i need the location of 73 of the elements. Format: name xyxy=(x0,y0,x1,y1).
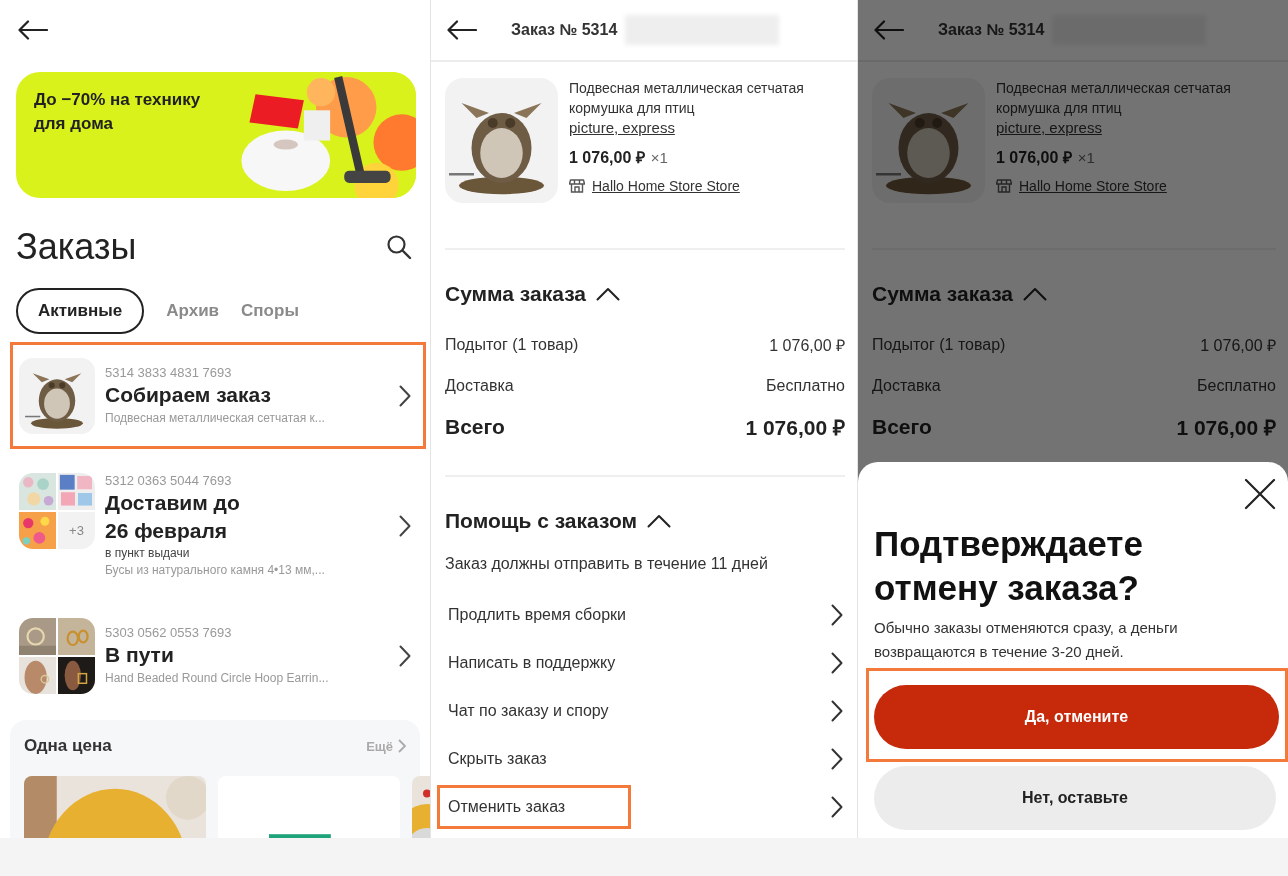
keep-button[interactable]: Нет, оставьте xyxy=(874,766,1276,830)
order-title: Заказ № 5314 xyxy=(938,21,1045,39)
summary-value: 1 076,00 ₽ xyxy=(769,335,845,356)
chevron-right-icon xyxy=(398,739,406,753)
section-title: Одна цена xyxy=(24,736,112,756)
chevron-right-icon xyxy=(831,700,843,722)
order-row[interactable]: 5303 0562 0553 7693 В пути Hand Beaded Round Circle Hoop Earrin... xyxy=(10,602,426,709)
promo-banner[interactable]: До −70% на технику для дома xyxy=(16,72,416,198)
summary-value: 1 076,00 ₽ xyxy=(1200,335,1276,356)
summary-value: Бесплатно xyxy=(1197,376,1276,395)
total-value: 1 076,00 ₽ xyxy=(1176,414,1276,441)
help-link[interactable]: Написать в поддержку xyxy=(437,641,631,685)
dialog-text: Обычно заказы отменяются сразу, а деньги возвращаются в течение 3-20 дней. xyxy=(874,618,1179,662)
order-number: 5303 0562 0553 7693 xyxy=(105,624,233,641)
confirm-button[interactable]: Да, отмените xyxy=(874,685,1279,749)
total-label: Всего xyxy=(872,414,932,439)
section-title: Помощь с заказом xyxy=(445,509,637,533)
page-title: Заказы xyxy=(16,225,137,269)
summary-label: Доставка xyxy=(872,376,941,395)
chevron-right-icon xyxy=(831,652,843,674)
product-price: 1 076,00 ₽ xyxy=(996,149,1072,166)
help-link[interactable]: Отменить заказ xyxy=(437,785,631,829)
summary-value: Бесплатно xyxy=(766,376,845,395)
dialog-title: Подтверждаете отмену заказа? xyxy=(874,523,1144,609)
section-title: Сумма заказа xyxy=(445,282,586,306)
order-row[interactable]: 5314 3833 4831 7693 Собираем заказ Подвесная металлическая сетчатая к... xyxy=(10,342,426,449)
tab[interactable]: Активные xyxy=(16,288,145,334)
back-icon[interactable] xyxy=(447,20,477,40)
summary-label: Подытог (1 товар) xyxy=(445,335,579,354)
chevron-right-icon xyxy=(831,748,843,770)
store-link[interactable]: Hallo Home Store Store xyxy=(592,178,740,194)
order-row[interactable]: +3 5312 0363 5044 7693 Доставим до 26 февраля в пункт выдачи Бусы из натурального камня 4•13 мм,... xyxy=(10,457,426,594)
variant-link[interactable]: picture, express xyxy=(996,118,1276,138)
item-name: Бусы из натурального камня 4•13 мм,... xyxy=(105,562,326,579)
summary-label: Подытог (1 товар) xyxy=(872,335,1006,354)
quantity: ×1 xyxy=(650,149,668,166)
product-title: Подвесная металлическая сетчатая кормушка для птиц xyxy=(996,79,1232,118)
order-status: Доставим до 26 февраля xyxy=(105,490,241,544)
search-icon[interactable] xyxy=(386,234,412,260)
chevron-right-icon xyxy=(831,796,843,818)
order-status: В пути xyxy=(105,642,175,668)
item-name: Подвесная металлическая сетчатая к... xyxy=(105,410,326,427)
chevron-right-icon xyxy=(831,604,843,626)
order-number: 5314 3833 4831 7693 xyxy=(105,364,233,381)
store-icon xyxy=(569,178,585,194)
item-name: Hand Beaded Round Circle Hoop Earrin... xyxy=(105,670,330,687)
store-link[interactable]: Hallo Home Store Store xyxy=(1019,178,1167,194)
close-icon[interactable] xyxy=(1244,478,1276,510)
delivery-note: в пункт выдачи xyxy=(105,545,191,561)
back-icon[interactable] xyxy=(18,20,48,40)
help-link[interactable]: Чат по заказу и спору xyxy=(437,689,631,733)
caret-up-icon[interactable] xyxy=(596,287,620,301)
chevron-right-icon xyxy=(399,514,411,537)
order-title: Заказ № 5314 xyxy=(511,21,618,39)
help-note: Заказ должны отправить в течение 11 дней xyxy=(444,554,769,574)
help-link[interactable]: Скрыть заказ xyxy=(437,737,631,781)
summary-label: Доставка xyxy=(445,376,514,395)
total-label: Всего xyxy=(445,414,505,439)
variant-link[interactable]: picture, express xyxy=(569,118,845,138)
total-value: 1 076,00 ₽ xyxy=(745,414,845,441)
product-title: Подвесная металлическая сетчатая кормушка для птиц xyxy=(569,79,805,118)
order-number: 5312 0363 5044 7693 xyxy=(105,472,233,489)
section-title: Сумма заказа xyxy=(872,282,1013,306)
chevron-right-icon xyxy=(399,384,411,407)
more-count: +3 xyxy=(58,512,95,549)
chevron-right-icon xyxy=(399,644,411,667)
help-link[interactable]: Продлить время сборки xyxy=(437,593,631,637)
store-icon xyxy=(996,178,1012,194)
product-price: 1 076,00 ₽ xyxy=(569,149,645,166)
banner-text: До −70% на технику для дома xyxy=(33,89,202,135)
quantity: ×1 xyxy=(1077,149,1095,166)
caret-up-icon[interactable] xyxy=(647,514,671,528)
order-status: Собираем заказ xyxy=(105,382,272,408)
